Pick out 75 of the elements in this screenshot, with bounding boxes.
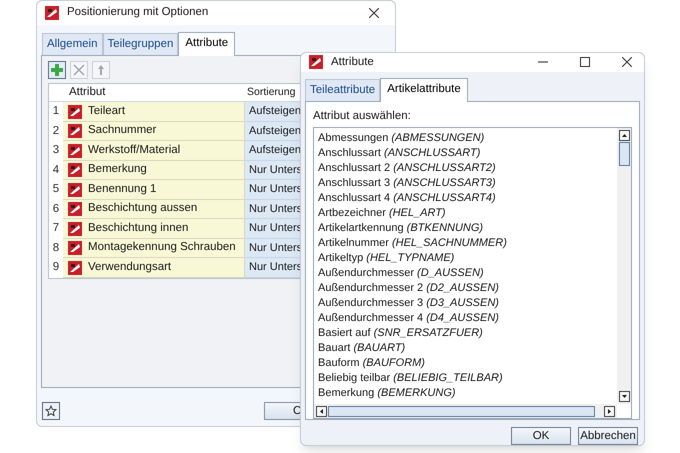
tab[interactable]: Teilegruppen	[102, 33, 178, 56]
table-cell[interactable]: Beschichtung aussen	[63, 200, 245, 220]
list-item[interactable]: Anschlussart (ANSCHLUSSART)	[318, 146, 617, 161]
toolbar-button[interactable]	[48, 61, 66, 80]
attribute-icon	[68, 144, 82, 158]
row-number: 6	[52, 202, 60, 217]
list-item[interactable]: Bemerkung (BEMERKUNG)	[318, 386, 617, 401]
attribute-icon	[68, 163, 82, 177]
window-title: Attribute	[331, 54, 374, 70]
row-number: 5	[52, 182, 60, 198]
tab[interactable]: Allgemein	[42, 33, 102, 56]
row-number: 8	[52, 240, 60, 256]
list-item[interactable]: Außendurchmesser (D_AUSSEN)	[318, 266, 617, 281]
list-item[interactable]: Artikelnummer (HEL_SACHNUMMER)	[318, 236, 617, 251]
row-number: 7	[52, 221, 60, 236]
list-item[interactable]: Außendurchmesser 2 (D2_AUSSEN)	[318, 281, 617, 296]
table-cell[interactable]: Sachnummer	[63, 122, 245, 142]
attribute-icon	[68, 124, 82, 138]
column-header[interactable]: Sortierung	[245, 84, 296, 101]
scroll-up-icon[interactable]	[618, 130, 630, 141]
table-cell[interactable]: Bemerkung	[63, 160, 245, 180]
list-item[interactable]: Beliebig teilbar (BELIEBIG_TEILBAR)	[318, 371, 617, 386]
vertical-scrollbar[interactable]	[617, 128, 631, 404]
tab[interactable]: Teileattribute	[305, 78, 380, 101]
plus-icon	[51, 64, 63, 76]
row-number: 9	[52, 260, 60, 276]
arrow-up-icon	[97, 64, 105, 76]
scroll-down-icon[interactable]	[618, 391, 630, 402]
list-item[interactable]: Anschlussart 2 (ANSCHLUSSART2)	[318, 161, 617, 176]
row-number: 1	[52, 104, 60, 120]
row-number: 3	[52, 143, 60, 158]
scroll-left-icon[interactable]	[316, 406, 327, 416]
attribute-icon	[68, 104, 82, 118]
dialog-button[interactable]: Abbrechen	[578, 427, 638, 445]
list-item[interactable]: Abmessungen (ABMESSUNGEN)	[318, 131, 617, 146]
attribute-icon	[68, 202, 82, 216]
attribute-icon	[68, 260, 82, 274]
horizontal-scrollbar[interactable]	[314, 404, 617, 418]
list-item[interactable]: Artbezeichner (HEL_ART)	[318, 206, 617, 221]
close-icon[interactable]	[369, 8, 379, 18]
list-label: Attribut auswählen:	[313, 108, 412, 124]
list-item[interactable]: Außendurchmesser 4 (D4_AUSSEN)	[318, 311, 617, 326]
table-cell[interactable]: Verwendungsart	[63, 258, 245, 278]
favorite-button[interactable]	[42, 402, 60, 420]
table-cell[interactable]: Beschichtung innen	[63, 219, 245, 239]
close-icon[interactable]	[622, 57, 632, 68]
scroll-right-icon[interactable]	[604, 406, 615, 416]
list-item[interactable]: Anschlussart 3 (ANSCHLUSSART3)	[318, 176, 617, 191]
list-item[interactable]: Anschlussart 4 (ANSCHLUSSART4)	[318, 191, 617, 206]
list-item[interactable]: Artikelartkennung (BTKENNUNG)	[318, 221, 617, 236]
window-title: Positionierung mit Optionen	[67, 5, 208, 20]
table-cell[interactable]: Montagekennung Schrauben	[63, 238, 245, 258]
logo-icon	[45, 6, 59, 20]
attribute-icon	[68, 182, 82, 196]
tab[interactable]: Attribute	[178, 32, 236, 56]
column-header[interactable]: Attribut	[63, 84, 245, 102]
attribute-icon	[68, 241, 82, 255]
list-item[interactable]: Bauart (BAUART)	[318, 341, 617, 356]
scroll-thumb[interactable]	[618, 142, 630, 166]
table-cell[interactable]: Teileart	[63, 102, 245, 122]
table-cell[interactable]: Werkstoff/Material	[63, 141, 245, 161]
dialog-button[interactable]: OK	[511, 427, 571, 445]
list-item[interactable]: Artikeltyp (HEL_TYPNAME)	[318, 251, 617, 266]
star-icon	[45, 405, 57, 417]
maximize-icon[interactable]	[580, 57, 590, 68]
row-number: 2	[52, 124, 60, 139]
list-item[interactable]: Außendurchmesser 3 (D3_AUSSEN)	[318, 296, 617, 311]
table-cell[interactable]: Benennung 1	[63, 180, 245, 200]
attribute-icon	[68, 222, 82, 236]
cross-icon	[73, 64, 85, 76]
scroll-thumb[interactable]	[328, 406, 595, 416]
list-item[interactable]: Bauform (BAUFORM)	[318, 356, 617, 371]
row-number: 4	[52, 162, 60, 178]
tab[interactable]: Artikelattribute	[380, 78, 468, 102]
list-item[interactable]: Basiert auf (SNR_ERSATZFUER)	[318, 326, 617, 341]
